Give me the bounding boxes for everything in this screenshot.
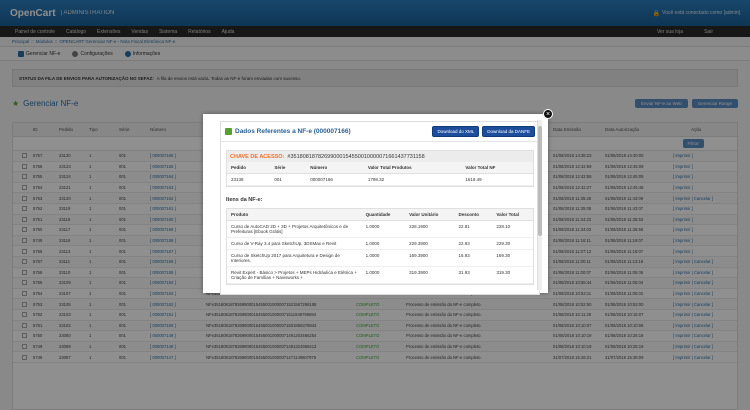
- modal-scrollbar-thumb[interactable]: [538, 126, 542, 236]
- item-product: Curso de SketchUp 2017 para Arquitetura …: [227, 249, 362, 267]
- item-unit: 169.3900: [405, 249, 455, 267]
- item-row: Curso de AutoCAD 2D + 3D + Projetos Arqu…: [227, 220, 533, 238]
- download-xml-button[interactable]: Download do XML: [432, 126, 480, 137]
- summary-col-order: Pedido: [227, 162, 271, 174]
- items-body: Curso de AutoCAD 2D + 3D + Projetos Arqu…: [227, 220, 533, 284]
- item-product: Revit Expert - Básico > Projetos + MEPs …: [227, 266, 362, 284]
- item-total: 319.30: [492, 266, 533, 284]
- items-col-total: Valor Total: [492, 209, 533, 221]
- item-unit: 228.1900: [405, 220, 455, 238]
- item-row: Revit Expert - Básico > Projetos + MEPs …: [227, 266, 533, 284]
- items-col-qty: Quantidade: [361, 209, 406, 221]
- items-box: Produto Quantidade Valor Unitário Descon…: [226, 208, 534, 285]
- item-discount: 22.81: [454, 220, 493, 238]
- access-key-bar: CHAVE DE ACESSO: #3518081878269900015455…: [227, 151, 533, 162]
- summary-col-series: Série: [270, 162, 307, 174]
- item-row: Curso de SketchUp 2017 para Arquitetura …: [227, 249, 533, 267]
- access-key-box: CHAVE DE ACESSO: #3518081878269900015455…: [226, 150, 534, 187]
- modal-content: Dados Referentes a NF-e (000007166) Down…: [220, 121, 540, 295]
- summary-products-total: 1798.32: [363, 173, 462, 186]
- item-discount: 31.93: [454, 266, 493, 284]
- items-col-unit: Valor Unitário: [405, 209, 455, 221]
- close-icon[interactable]: ×: [543, 109, 553, 119]
- summary-number: 000007166: [306, 173, 364, 186]
- summary-col-number: Número: [306, 162, 364, 174]
- item-total: 229.30: [492, 237, 533, 250]
- summary-col-nf-total: Valor Total NF: [461, 162, 533, 174]
- modal-scrollbar[interactable]: [537, 120, 542, 290]
- thumbs-up-icon: [225, 128, 232, 135]
- item-unit: 319.3900: [405, 266, 455, 284]
- summary-col-products-total: Valor Total Produtos: [363, 162, 462, 174]
- item-total: 169.30: [492, 249, 533, 267]
- item-discount: 16.93: [454, 249, 493, 267]
- items-col-product: Produto: [227, 209, 362, 221]
- item-product: Curso de AutoCAD 2D + 3D + Projetos Arqu…: [227, 220, 362, 238]
- access-key-value: #351808187826990001545500100000716614377…: [287, 153, 425, 160]
- item-qty: 1.0000: [361, 220, 406, 238]
- item-total: 228.10: [492, 220, 533, 238]
- modal-buttons: Download do XML Download da DANFE: [432, 126, 535, 137]
- modal-header: Dados Referentes a NF-e (000007166) Down…: [221, 122, 539, 142]
- item-qty: 1.0000: [361, 237, 406, 250]
- access-key-label: CHAVE DE ACESSO:: [230, 153, 285, 160]
- items-label: Itens da NF-e:: [226, 197, 263, 203]
- item-qty: 1.0000: [361, 249, 406, 267]
- items-table: Produto Quantidade Valor Unitário Descon…: [227, 209, 533, 284]
- summary-table: Pedido Série Número Valor Total Produtos…: [227, 162, 533, 186]
- nfe-details-modal: Dados Referentes a NF-e (000007166) Down…: [203, 114, 548, 295]
- item-unit: 229.3900: [405, 237, 455, 250]
- items-col-discount: Desconto: [454, 209, 493, 221]
- item-row: Curso de V-Ray 3.4 para SketchUp, 3DSMax…: [227, 237, 533, 250]
- item-discount: 22.93: [454, 237, 493, 250]
- item-product: Curso de V-Ray 3.4 para SketchUp, 3DSMax…: [227, 237, 362, 250]
- item-qty: 1.0000: [361, 266, 406, 284]
- modal-title: Dados Referentes a NF-e (000007166): [225, 128, 351, 135]
- summary-series: 001: [270, 173, 307, 186]
- summary-nf-total: 1618.49: [461, 173, 533, 186]
- download-danfe-button[interactable]: Download da DANFE: [482, 126, 535, 137]
- summary-order: 23138: [227, 173, 271, 186]
